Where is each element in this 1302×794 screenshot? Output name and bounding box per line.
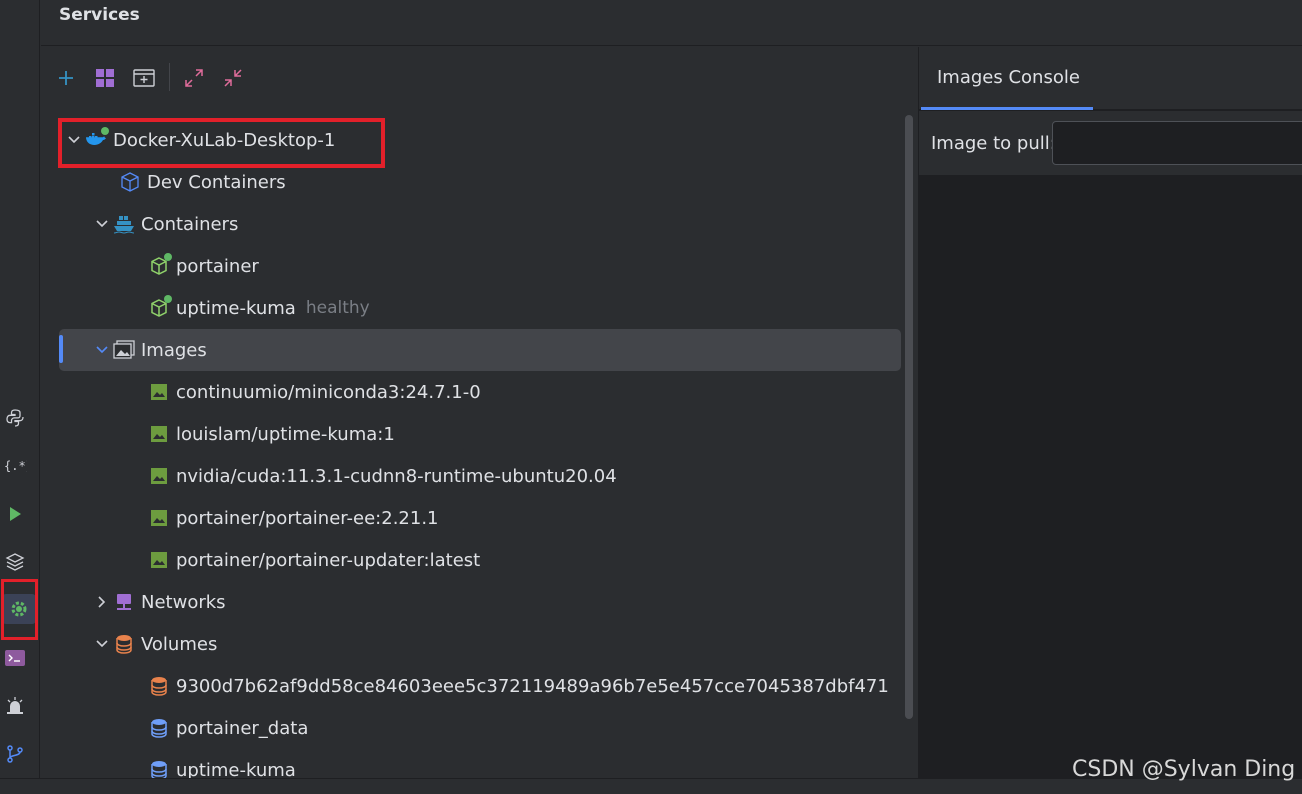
tree-node-label: louislam/uptime-kuma:1 — [176, 423, 395, 445]
image-icon — [148, 381, 170, 403]
tree-node-image[interactable]: nvidia/cuda:11.3.1-cudnn8-runtime-ubuntu… — [41, 455, 901, 497]
database-icon — [113, 633, 135, 655]
tree-node-label: portainer/portainer-ee:2.21.1 — [176, 507, 439, 529]
new-tab-icon[interactable] — [131, 65, 157, 91]
chevron-down-icon[interactable] — [91, 213, 113, 235]
tree-node-volume[interactable]: uptime-kuma — [41, 749, 901, 778]
toolbar-separator — [169, 63, 170, 91]
tool-window-bar: {.*} — [0, 0, 40, 794]
tree-node-volumes[interactable]: Volumes — [41, 623, 901, 665]
images-folder-icon — [113, 339, 135, 361]
images-console-panel: Images Console Image to pull: — [918, 47, 1302, 778]
chevron-right-icon[interactable] — [91, 591, 113, 613]
running-container-icon — [148, 253, 172, 277]
tree-node-label: uptime-kuma — [176, 297, 296, 319]
image-icon — [148, 549, 170, 571]
running-status-dot — [164, 295, 172, 303]
tree-node-label: portainer/portainer-updater:latest — [176, 549, 481, 571]
tree-node-networks[interactable]: Networks — [41, 581, 901, 623]
tree-node-label: 9300d7b62af9dd58ce84603eee5c372119489a96… — [176, 675, 889, 697]
running-container-icon — [148, 295, 172, 319]
panel-title: Services — [59, 5, 140, 25]
watermark-text: CSDN @Sylvan Ding — [1072, 757, 1296, 782]
tree-node-label: continuumio/miniconda3:24.7.1-0 — [176, 381, 481, 403]
services-header: Services — [41, 0, 1302, 46]
tree-scrollbar[interactable] — [905, 115, 913, 719]
expand-all-icon[interactable] — [181, 65, 207, 91]
tree-node-container-uptime-kuma[interactable]: uptime-kuma healthy — [41, 287, 901, 329]
active-tab-indicator — [921, 107, 1093, 110]
group-icon[interactable] — [92, 65, 118, 91]
image-to-pull-label: Image to pull: — [931, 133, 1056, 154]
tab-images-console[interactable]: Images Console — [937, 67, 1080, 88]
run-icon[interactable] — [0, 498, 30, 530]
tree-node-label: Images — [141, 339, 207, 361]
tree-node-image[interactable]: portainer/portainer-updater:latest — [41, 539, 901, 581]
tree-node-volume[interactable]: portainer_data — [41, 707, 901, 749]
tree-node-label: uptime-kuma — [176, 759, 296, 779]
selection-marker — [59, 335, 63, 363]
tree-node-containers[interactable]: Containers — [41, 203, 901, 245]
image-icon — [148, 465, 170, 487]
add-icon[interactable] — [53, 65, 79, 91]
terminal-icon[interactable] — [0, 642, 30, 674]
console-tab-bar: Images Console — [919, 47, 1302, 110]
tree-node-label: Volumes — [141, 633, 218, 655]
problems-icon[interactable] — [0, 690, 30, 722]
container-ship-icon — [113, 213, 135, 235]
tree-node-images[interactable]: Images — [59, 329, 901, 371]
tree-node-label: nvidia/cuda:11.3.1-cudnn8-runtime-ubuntu… — [176, 465, 617, 487]
chevron-down-icon[interactable] — [91, 339, 113, 361]
tree-node-image[interactable]: continuumio/miniconda3:24.7.1-0 — [41, 371, 901, 413]
image-pull-row: Image to pull: — [919, 111, 1302, 175]
tree-node-label: portainer — [176, 255, 259, 277]
services-tree: Docker-XuLab-Desktop-1 Dev Containers Co… — [41, 118, 917, 778]
regex-icon[interactable]: {.*} — [0, 449, 30, 481]
tree-node-container-portainer[interactable]: portainer — [41, 245, 901, 287]
volume-icon — [148, 759, 170, 778]
services-toolbar — [41, 47, 917, 109]
image-icon — [148, 423, 170, 445]
cube-icon — [119, 171, 141, 193]
volume-icon — [148, 717, 170, 739]
git-icon[interactable] — [0, 738, 30, 770]
tree-node-image[interactable]: louislam/uptime-kuma:1 — [41, 413, 901, 455]
image-to-pull-input[interactable] — [1052, 121, 1302, 165]
tree-node-label: Networks — [141, 591, 226, 613]
volume-icon — [148, 675, 170, 697]
tree-node-label: Containers — [141, 213, 239, 235]
svg-text:{.*}: {.*} — [4, 459, 27, 473]
python-icon[interactable] — [0, 402, 30, 434]
tree-node-volume[interactable]: 9300d7b62af9dd58ce84603eee5c372119489a96… — [41, 665, 901, 707]
layers-icon[interactable] — [0, 546, 30, 578]
health-status-text: healthy — [305, 298, 370, 318]
active-tool-highlight — [1, 579, 38, 640]
tree-node-label: Dev Containers — [147, 171, 286, 193]
running-status-dot — [164, 253, 172, 261]
image-icon — [148, 507, 170, 529]
collapse-all-icon[interactable] — [220, 65, 246, 91]
tree-node-label: portainer_data — [176, 717, 309, 739]
tree-node-dev-containers[interactable]: Dev Containers — [41, 161, 901, 203]
tree-node-image[interactable]: portainer/portainer-ee:2.21.1 — [41, 497, 901, 539]
network-icon — [113, 591, 135, 613]
chevron-down-icon[interactable] — [91, 633, 113, 655]
